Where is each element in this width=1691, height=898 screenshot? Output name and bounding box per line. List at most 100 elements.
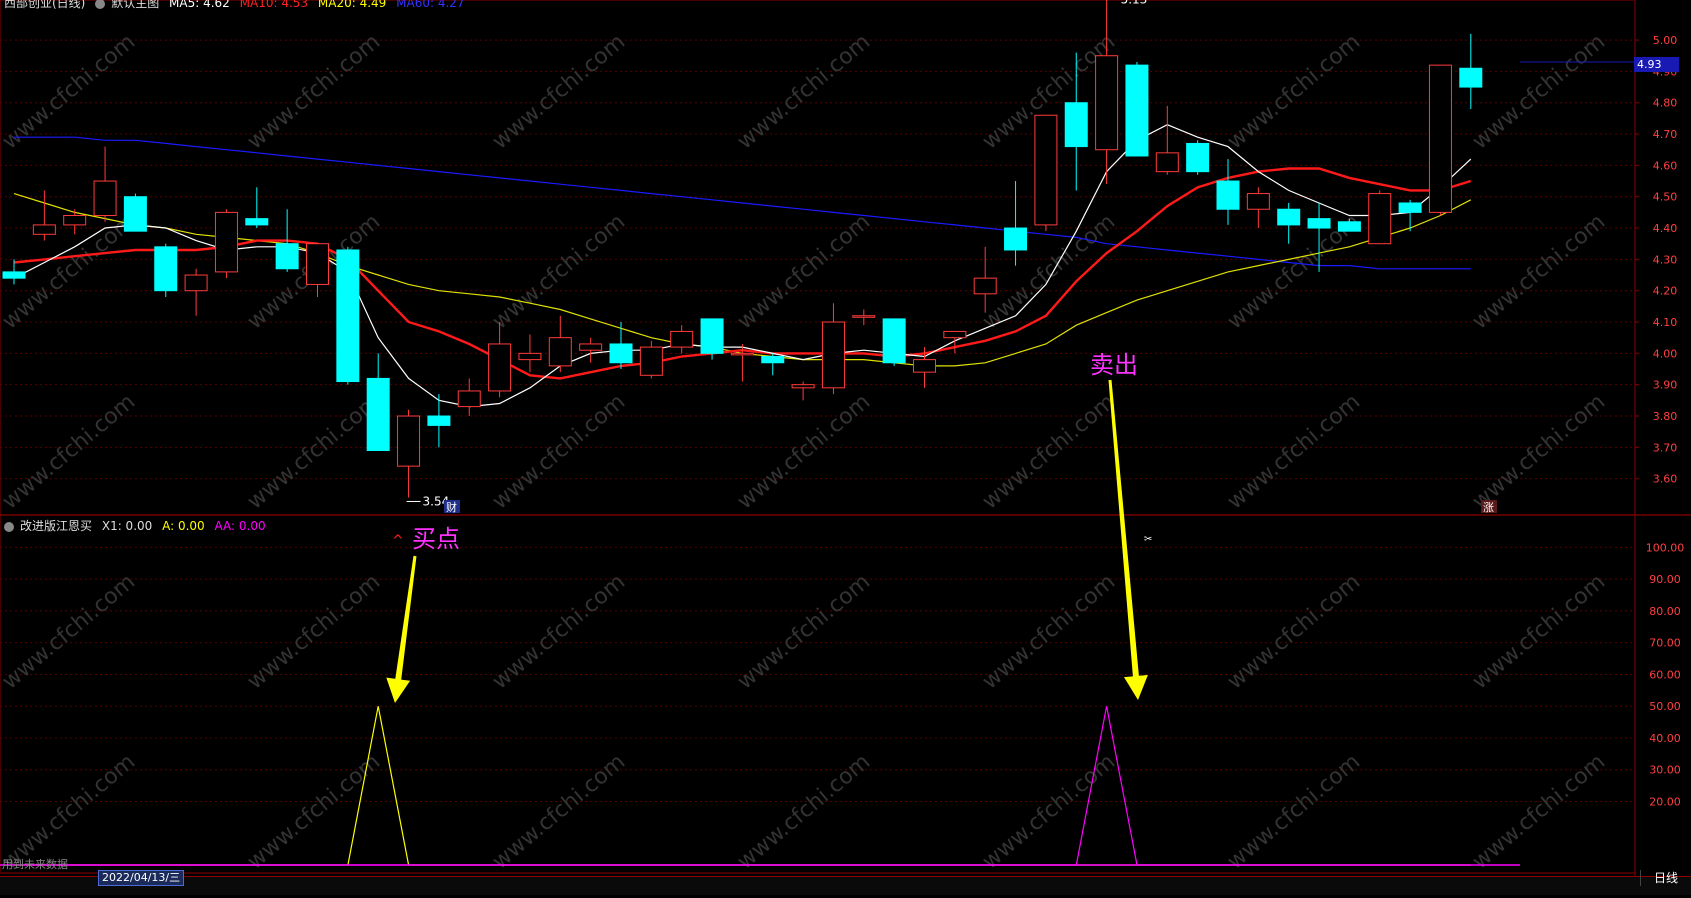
watermark-text: www.cfchi.com	[243, 389, 385, 514]
current-price-tag: 4.93	[1634, 57, 1679, 72]
high-price-label: 5.13	[1121, 0, 1148, 6]
watermark-text: www.cfchi.com	[243, 569, 385, 694]
candle-body-up	[1368, 193, 1392, 245]
price-tick-label: 3.80	[1653, 410, 1678, 423]
candle-body-down	[366, 377, 390, 451]
candle-body-down	[761, 355, 785, 364]
ma10-value: MA10: 4.53	[239, 0, 309, 10]
candle-body-down	[2, 271, 26, 279]
watermark-text: www.cfchi.com	[243, 749, 385, 874]
chart-stage[interactable]: www.cfchi.com www.cfchi.com www.cfchi.com w…	[0, 0, 1691, 894]
watermark-text: www.cfchi.com	[733, 749, 875, 874]
candle-body-up	[670, 330, 694, 348]
watermark-text: www.cfchi.com	[733, 389, 875, 514]
watermark-text: www.cfchi.com	[1468, 749, 1610, 874]
candle-body-up	[1155, 152, 1179, 173]
candle-body-down	[1307, 218, 1331, 229]
candle-body-up	[1246, 193, 1270, 210]
price-tick-label: 4.70	[1653, 128, 1678, 141]
watermark-text: www.cfchi.com	[1468, 569, 1610, 694]
sell-label: 卖出	[1090, 351, 1138, 379]
price-tick-label: 5.00	[1653, 34, 1678, 47]
price-tick-label: 4.50	[1653, 191, 1678, 204]
watermark-text: www.cfchi.com	[488, 569, 630, 694]
watermark-text: www.cfchi.com	[0, 389, 140, 514]
watermark-text: www.cfchi.com	[0, 569, 140, 694]
candle-body-down	[1125, 64, 1149, 157]
candle-body-down	[275, 243, 299, 270]
finance-badge-text: 财	[446, 500, 457, 514]
indicator-tick-label: 50.00	[1649, 700, 1681, 713]
candle-body-up	[397, 415, 421, 467]
candle-body-up	[518, 352, 542, 361]
candle-body-down	[609, 343, 633, 364]
price-tick-label: 4.30	[1653, 253, 1678, 266]
candle-body-up	[943, 330, 967, 339]
rise-badge-text: 涨	[1483, 501, 1494, 514]
watermark-text: www.cfchi.com	[488, 389, 630, 514]
candle-body-up	[852, 315, 876, 318]
candle-body-up	[488, 343, 512, 392]
future-data-note: 用到未来数据	[2, 858, 68, 871]
candle-body-down	[700, 318, 724, 354]
sell-arrow	[1108, 379, 1148, 700]
candle-body-down	[1337, 221, 1361, 232]
kline-chart-svg[interactable]: www.cfchi.com www.cfchi.com www.cfchi.com w…	[0, 0, 1691, 894]
candle-body-down	[1004, 227, 1028, 251]
candle-body-up	[214, 211, 238, 273]
stock-title: 西部创业(日线)	[4, 0, 86, 10]
buy-point-label: 买点	[412, 525, 460, 553]
indicator-tick-label: 60.00	[1649, 668, 1681, 681]
candle-body-up	[1428, 64, 1452, 213]
candle-body-down	[245, 218, 269, 226]
price-tick-label: 4.40	[1653, 222, 1678, 235]
candle-body-up	[791, 384, 815, 389]
price-tick-label: 4.60	[1653, 159, 1678, 172]
watermark-text: www.cfchi.com	[1223, 749, 1365, 874]
price-tick-label: 3.70	[1653, 441, 1678, 454]
candle-body-down	[1277, 208, 1301, 226]
watermark-text: www.cfchi.com	[1223, 569, 1365, 694]
candle-body-up	[548, 337, 572, 367]
watermark-text: www.cfchi.com	[488, 749, 630, 874]
ma20-value: MA20: 4.49	[317, 0, 387, 10]
x1-value: X1: 0.00	[101, 519, 153, 533]
candle-body-up	[93, 180, 117, 217]
buy-caret: ^	[392, 533, 404, 549]
watermark-text: www.cfchi.com	[978, 389, 1120, 514]
main-header: 西部创业(日线) 默认主图 MA5: 4.62 MA10: 4.53 MA20:…	[4, 0, 471, 11]
indicator-tick-label: 70.00	[1649, 637, 1681, 650]
watermark-text: www.cfchi.com	[978, 569, 1120, 694]
watermark-text: www.cfchi.com	[488, 209, 630, 334]
watermark-text: www.cfchi.com	[488, 29, 630, 154]
candle-body-down	[1216, 180, 1240, 210]
candle-body-up	[306, 243, 329, 285]
candle-body-down	[1459, 67, 1483, 88]
candle-body-down	[336, 249, 360, 383]
candle-body-down	[882, 318, 906, 364]
period-button[interactable]: 日线	[1640, 870, 1691, 886]
indicator-tick-label: 30.00	[1649, 764, 1681, 777]
watermark-text: www.cfchi.com	[1468, 29, 1610, 154]
indicator-gear-icon[interactable]	[4, 521, 14, 532]
date-indicator: 2022/04/13/三	[98, 870, 185, 886]
candle-body-down	[1064, 102, 1088, 148]
indicator-tick-label: 90.00	[1649, 573, 1681, 586]
watermark-text: www.cfchi.com	[1223, 389, 1365, 514]
indicator-name[interactable]: 改进版江恩买	[20, 519, 92, 533]
cursor-mark: ✂	[1144, 534, 1152, 545]
settings-gear-icon[interactable]	[95, 0, 106, 9]
watermark-text: www.cfchi.com	[733, 569, 875, 694]
candle-body-up	[639, 346, 663, 376]
watermark-text: www.cfchi.com	[243, 29, 385, 154]
watermark-text: www.cfchi.com	[733, 29, 875, 154]
indicator-tick-label: 100.00	[1646, 541, 1685, 554]
price-tick-label: 4.80	[1653, 97, 1678, 110]
candle-body-up	[913, 359, 936, 373]
candle-body-up	[1034, 114, 1058, 226]
candle-body-down	[123, 196, 147, 232]
price-tick-label: 3.90	[1653, 379, 1678, 392]
candle-body-down	[154, 246, 178, 292]
indicator-tick-label: 20.00	[1649, 795, 1681, 808]
price-tick-label: 4.10	[1653, 316, 1678, 329]
